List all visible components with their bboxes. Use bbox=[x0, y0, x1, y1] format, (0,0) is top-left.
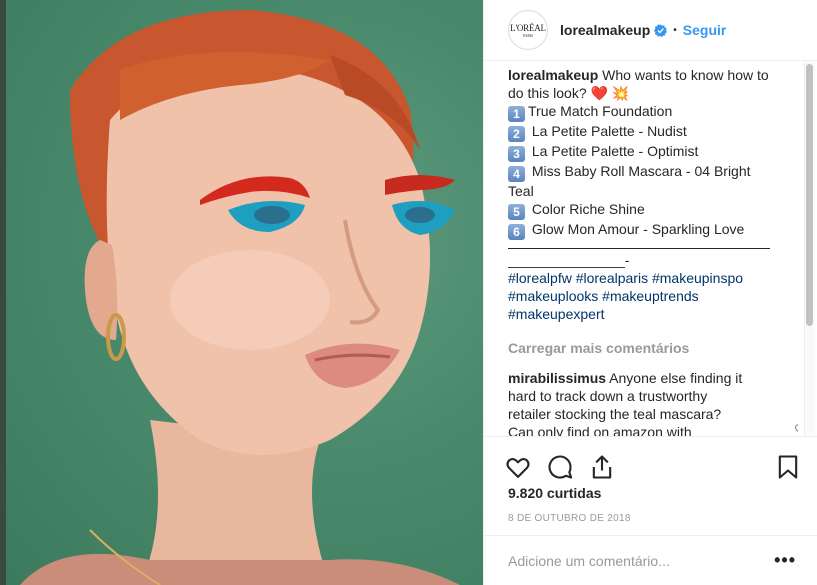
header-username-link[interactable]: lorealmakeup bbox=[560, 22, 650, 38]
keycap-six-icon: 6 bbox=[508, 224, 525, 240]
heart-emoji: ❤️ bbox=[590, 85, 608, 101]
comment-like-heart-icon[interactable] bbox=[794, 422, 798, 436]
caption: lorealmakeup Who wants to know how to do… bbox=[508, 66, 798, 323]
caption-item: 3 La Petite Palette - Optimist bbox=[508, 142, 798, 162]
comment-bubble-icon[interactable] bbox=[546, 453, 574, 481]
caption-item: 6 Glow Mon Amour - Sparkling Love bbox=[508, 220, 798, 240]
caption-item-cont: Teal bbox=[508, 183, 534, 199]
caption-item-label: La Petite Palette - Optimist bbox=[528, 143, 699, 159]
caption-text-2: do this look? bbox=[508, 85, 591, 101]
add-comment-input[interactable] bbox=[508, 552, 775, 569]
hashtag-links[interactable]: #lorealpfw #lorealparis #makeupinspo bbox=[508, 269, 798, 287]
comment-username-link[interactable]: mirabilissimus bbox=[508, 370, 606, 386]
post-detail-panel: L'ORÉAL PARIS lorealmakeup • Seguir lore… bbox=[483, 0, 817, 585]
post-image[interactable] bbox=[0, 0, 483, 585]
comment-text: Can only find on amazon with bbox=[508, 424, 692, 436]
keycap-four-icon: 4 bbox=[508, 166, 525, 182]
boom-emoji: 💥 bbox=[611, 85, 630, 101]
share-icon[interactable] bbox=[588, 453, 616, 481]
post-image-illustration bbox=[0, 0, 460, 585]
post-actions-bar bbox=[484, 436, 817, 486]
caption-item: 2 La Petite Palette - Nudist bbox=[508, 122, 798, 142]
post-header: L'ORÉAL PARIS lorealmakeup • Seguir bbox=[484, 0, 817, 61]
like-heart-icon[interactable] bbox=[504, 453, 532, 481]
caption-item-label: Miss Baby Roll Mascara - 04 Bright bbox=[528, 163, 751, 179]
likes-count[interactable]: 9.820 curtidas bbox=[508, 485, 601, 501]
keycap-five-icon: 5 bbox=[508, 204, 525, 220]
comments-list: lorealmakeup Who wants to know how to do… bbox=[508, 66, 798, 436]
comment-text: retailer stocking the teal mascara? bbox=[508, 406, 722, 422]
post-date[interactable]: 8 DE OUTUBRO DE 2018 bbox=[508, 513, 631, 524]
caption-text-1: Who wants to know how to bbox=[598, 67, 769, 83]
keycap-three-icon: 3 bbox=[508, 146, 525, 162]
hashtag-links[interactable]: #makeupexpert bbox=[508, 305, 798, 323]
caption-item: 4 Miss Baby Roll Mascara - 04 Bright bbox=[508, 162, 798, 182]
add-comment-bar: ••• bbox=[484, 535, 817, 585]
brand-logo-sub: PARIS bbox=[523, 32, 533, 38]
caption-divider bbox=[508, 248, 770, 249]
caption-username-link[interactable]: lorealmakeup bbox=[508, 67, 598, 83]
avatar[interactable]: L'ORÉAL PARIS bbox=[508, 10, 548, 50]
caption-item-label: True Match Foundation bbox=[528, 103, 673, 119]
caption-item-label: La Petite Palette - Nudist bbox=[528, 123, 687, 139]
comment-item: mirabilissimus Anyone else finding it ha… bbox=[508, 369, 798, 436]
load-more-comments-button[interactable]: Carregar mais comentários bbox=[508, 339, 798, 357]
comment-text: hard to track down a trustworthy bbox=[508, 388, 708, 404]
follow-button[interactable]: Seguir bbox=[683, 22, 727, 38]
caption-dash-line: _______________- bbox=[508, 252, 630, 268]
header-separator: • bbox=[673, 24, 677, 36]
more-options-icon[interactable]: ••• bbox=[774, 550, 796, 571]
hashtag-links[interactable]: #makeuplooks #makeuptrends bbox=[508, 287, 798, 305]
brand-logo-text: L'ORÉAL bbox=[510, 22, 546, 33]
caption-item-label: Color Riche Shine bbox=[528, 201, 645, 217]
keycap-one-icon: 1 bbox=[508, 106, 525, 122]
keycap-two-icon: 2 bbox=[508, 126, 525, 142]
comments-scrollbar[interactable] bbox=[806, 64, 813, 326]
caption-item-label: Glow Mon Amour - Sparkling Love bbox=[528, 221, 745, 237]
verified-badge-icon bbox=[654, 23, 668, 37]
caption-item: 1 True Match Foundation bbox=[508, 102, 798, 122]
comment-text: Anyone else finding it bbox=[606, 370, 743, 386]
caption-item: 5 Color Riche Shine bbox=[508, 200, 798, 220]
bookmark-icon[interactable] bbox=[774, 453, 802, 481]
